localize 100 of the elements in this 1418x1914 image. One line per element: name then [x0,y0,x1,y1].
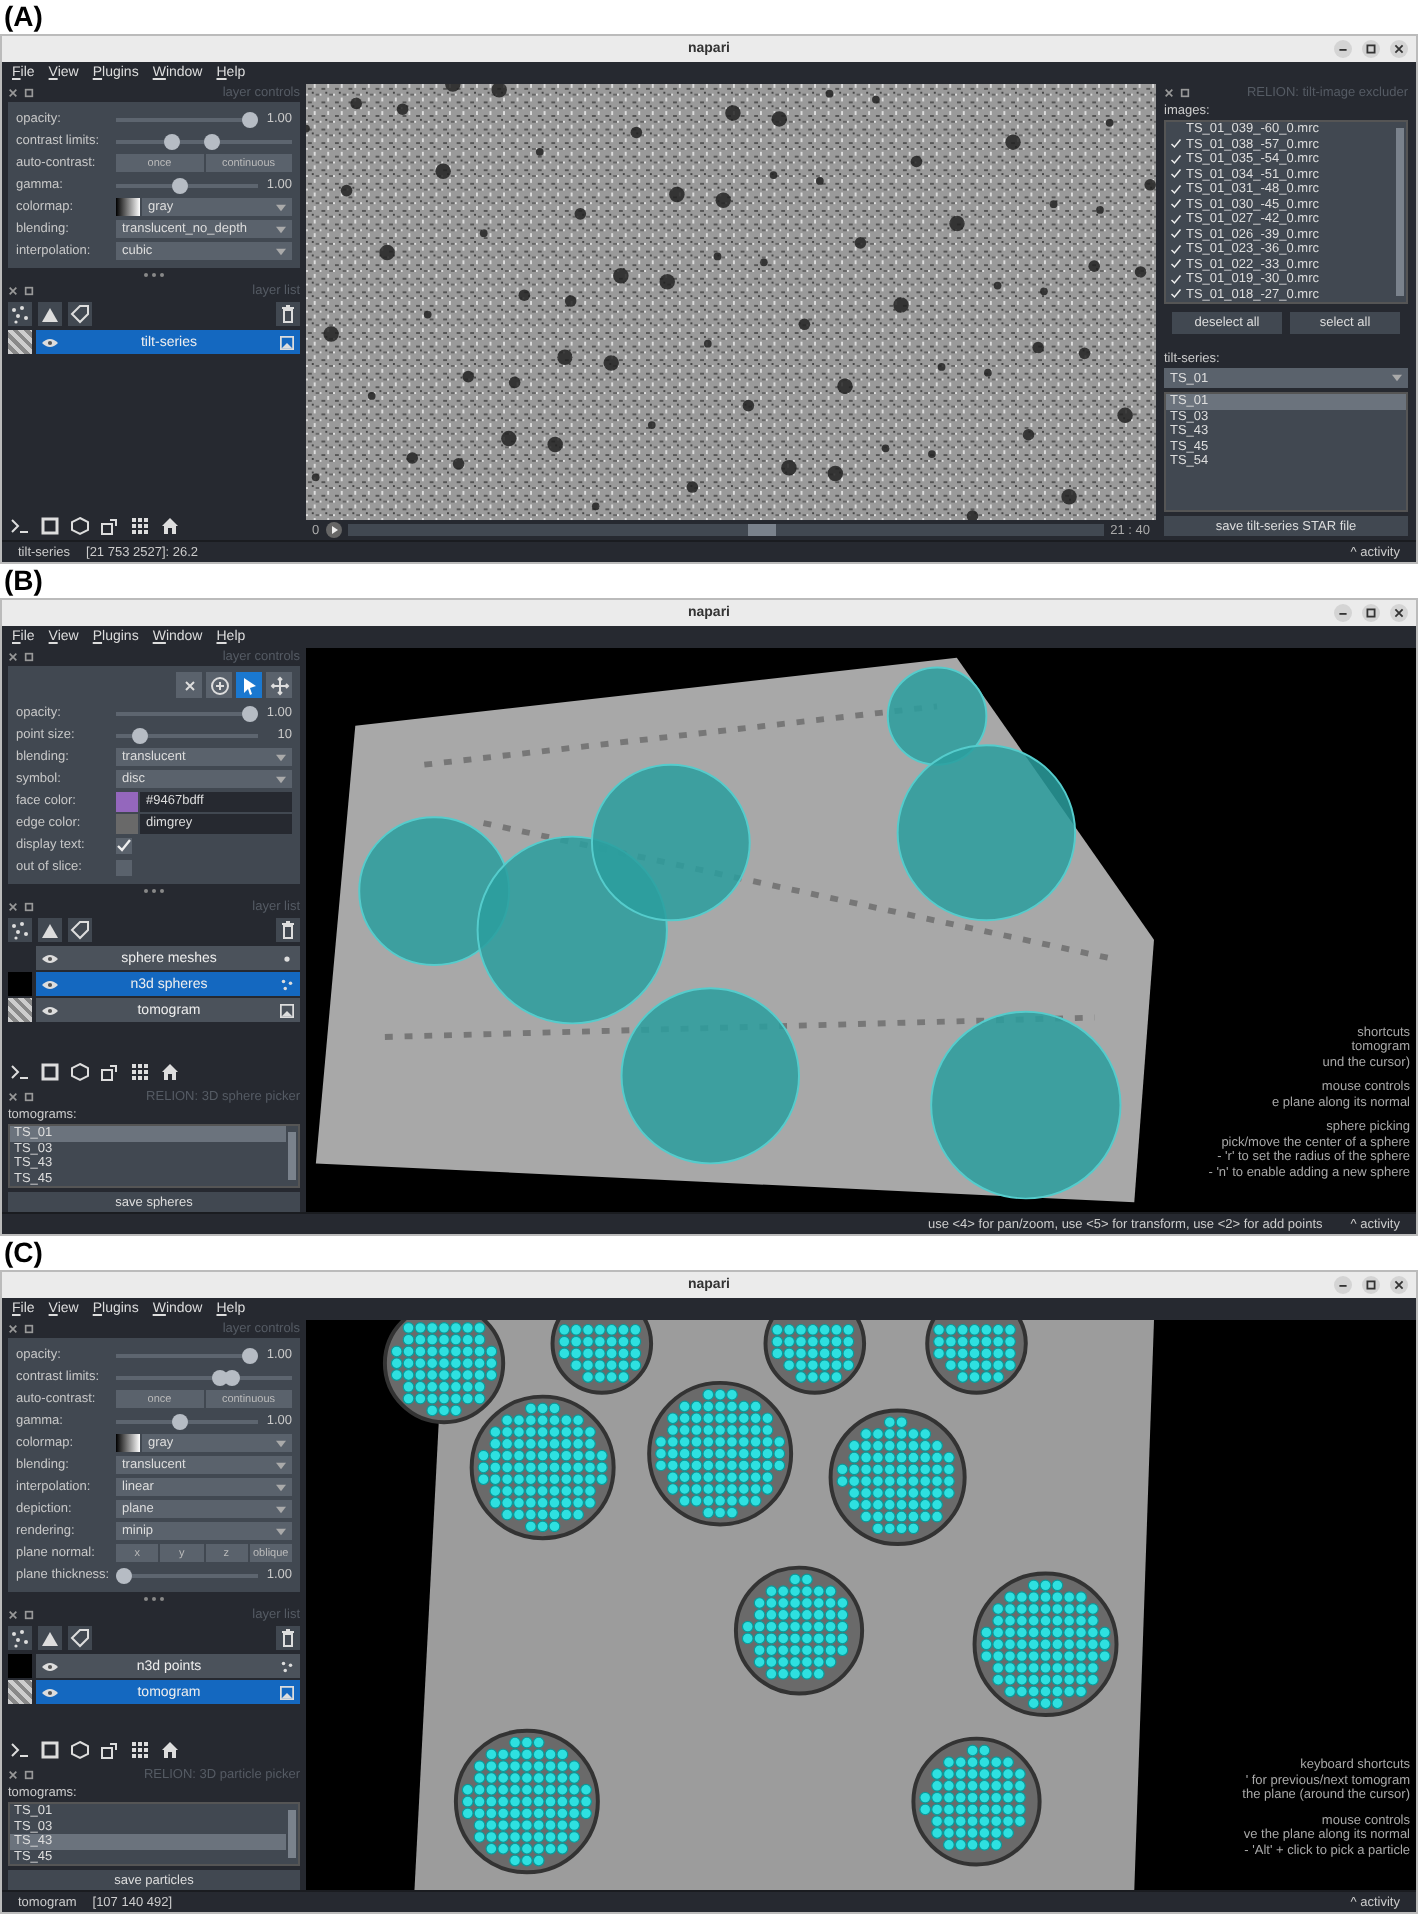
dock-close-icon[interactable] [8,286,18,296]
new-labels-layer-button[interactable] [68,918,92,942]
console-button[interactable] [8,1737,32,1761]
grid-button[interactable] [128,513,152,537]
dock-float-icon[interactable] [24,286,34,296]
maximize-icon[interactable] [1362,40,1380,58]
dock-float-icon[interactable] [24,1092,34,1102]
scrollbar[interactable] [1396,128,1404,296]
slider-thumb[interactable] [242,111,258,127]
minimize-icon[interactable] [1334,40,1352,58]
eye-icon[interactable] [42,337,58,347]
slider-thumb[interactable] [242,1347,258,1363]
home-button[interactable] [158,1059,182,1083]
layer-thumbnail [8,1654,32,1678]
dock-float-icon[interactable] [24,1610,34,1620]
maximize-icon[interactable] [1362,1276,1380,1294]
dock-close-icon[interactable] [1164,88,1174,98]
dock-float-icon[interactable] [24,1324,34,1334]
dock-float-icon[interactable] [24,902,34,912]
dock-close-icon[interactable] [8,1770,18,1780]
grid-button[interactable] [128,1059,152,1083]
checkbox[interactable] [116,859,132,875]
checkbox[interactable] [116,837,132,853]
dock-close-icon[interactable] [8,88,18,98]
slider-thumb[interactable] [224,1369,241,1385]
slider-thumb[interactable] [748,524,777,536]
slider[interactable] [116,1567,258,1583]
slider-thumb[interactable] [204,133,220,149]
dock-float-icon[interactable] [24,88,34,98]
terminal-icon [10,1061,30,1081]
dock-float-icon[interactable] [24,1770,34,1780]
console-button[interactable] [8,1059,32,1083]
eye-icon[interactable] [42,1687,58,1697]
dock-close-icon[interactable] [8,652,18,662]
mode-button[interactable] [236,672,262,698]
color-swatch[interactable] [116,791,138,811]
delete-layer-button[interactable] [276,918,300,942]
close-icon[interactable] [1390,604,1408,622]
splitter-handle-icon[interactable] [142,272,166,278]
console-button[interactable] [8,513,32,537]
home-button[interactable] [158,1737,182,1761]
new-points-layer-button[interactable] [8,1626,32,1650]
dock-close-icon[interactable] [8,1610,18,1620]
mode-button[interactable] [176,672,202,698]
dock-close-icon[interactable] [8,902,18,912]
mode-button[interactable] [266,672,292,698]
eye-icon[interactable] [42,1661,58,1671]
roll-button[interactable] [68,1059,92,1083]
tag-icon [70,304,90,324]
transpose-button[interactable] [98,513,122,537]
slider-thumb[interactable] [116,1567,132,1583]
points-icon [10,304,30,324]
color-swatch[interactable] [116,813,138,833]
new-labels-layer-button[interactable] [68,302,92,326]
dock-float-icon[interactable] [24,652,34,662]
scrollbar[interactable] [288,1810,296,1858]
add-point-icon [209,675,229,695]
dims-slider[interactable] [347,524,1105,536]
new-points-layer-button[interactable] [8,302,32,326]
new-labels-layer-button[interactable] [68,1626,92,1650]
slider-thumb[interactable] [242,705,258,721]
ndisplay-button[interactable] [38,513,62,537]
slider-thumb[interactable] [212,1369,228,1385]
scrollbar[interactable] [288,1132,296,1180]
delete-layer-button[interactable] [276,302,300,326]
grid-button[interactable] [128,1737,152,1761]
delete-layer-button[interactable] [276,1626,300,1650]
dock-close-icon[interactable] [8,1092,18,1102]
close-icon[interactable] [1390,40,1408,58]
caret-icon [276,753,286,761]
caret-icon [276,1527,286,1535]
minimize-icon[interactable] [1334,1276,1352,1294]
eye-icon[interactable] [42,979,58,989]
play-icon[interactable] [325,522,342,538]
transpose-button[interactable] [98,1737,122,1761]
new-shapes-layer-button[interactable] [38,1626,62,1650]
dock-float-icon[interactable] [1180,88,1190,98]
dot-icon [280,951,294,965]
slider-thumb[interactable] [172,177,189,193]
roll-button[interactable] [68,513,92,537]
minimize-icon[interactable] [1334,604,1352,622]
slider-thumb[interactable] [164,133,180,149]
splitter-handle-icon[interactable] [142,888,166,894]
ndisplay-button[interactable] [38,1737,62,1761]
maximize-icon[interactable] [1362,604,1380,622]
slider-thumb[interactable] [131,727,148,743]
eye-icon[interactable] [42,1005,58,1015]
close-icon[interactable] [1390,1276,1408,1294]
mode-button[interactable] [206,672,232,698]
splitter-handle-icon[interactable] [142,1596,166,1602]
dock-close-icon[interactable] [8,1324,18,1334]
home-button[interactable] [158,513,182,537]
new-shapes-layer-button[interactable] [38,918,62,942]
transpose-button[interactable] [98,1059,122,1083]
new-points-layer-button[interactable] [8,918,32,942]
roll-button[interactable] [68,1737,92,1761]
ndisplay-button[interactable] [38,1059,62,1083]
slider-thumb[interactable] [172,1413,189,1429]
new-shapes-layer-button[interactable] [38,302,62,326]
eye-icon[interactable] [42,953,58,963]
